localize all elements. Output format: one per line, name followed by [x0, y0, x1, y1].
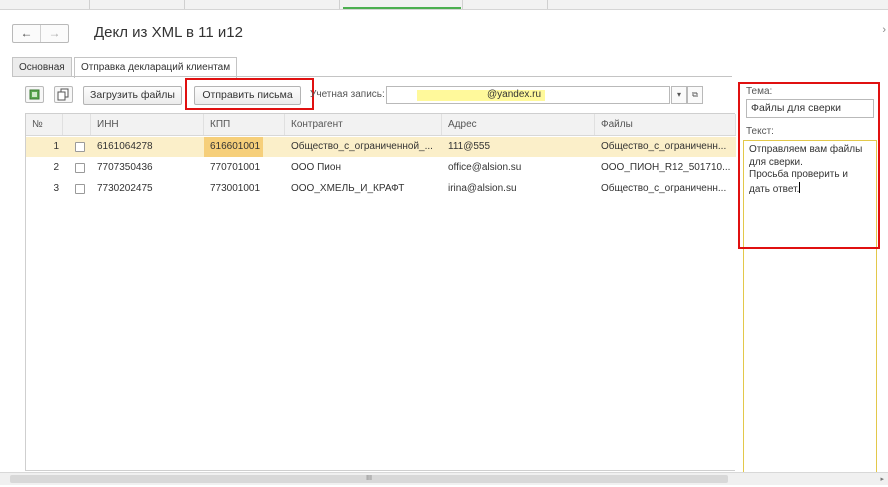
annotation-highlight-send-button: [185, 78, 314, 110]
back-arrow-icon[interactable]: ←: [13, 25, 40, 42]
cell-files[interactable]: Общество_с_ограниченн...: [595, 137, 736, 157]
column-header-check[interactable]: [63, 114, 91, 135]
account-input[interactable]: @yandex.ru: [386, 86, 670, 104]
background-tab-strip: [0, 0, 888, 10]
copy-icon[interactable]: [54, 86, 73, 103]
close-icon[interactable]: ›: [882, 24, 886, 36]
table-row[interactable]: 1 6161064278 616601001 Общество_с_ограни…: [26, 137, 736, 157]
cell-contragent[interactable]: ООО_ХМЕЛЬ_И_КРАФТ: [285, 179, 442, 199]
row-number: 3: [53, 183, 59, 194]
add-row-icon[interactable]: [25, 86, 44, 103]
cell-contragent[interactable]: ООО Пион: [285, 158, 442, 178]
cell-files[interactable]: Общество_с_ограниченн...: [595, 179, 736, 199]
scroll-right-icon[interactable]: ▸: [880, 475, 884, 483]
cell-address[interactable]: irina@alsion.su: [442, 179, 595, 199]
recipients-table: № ИНН КПП Контрагент Адрес Файлы 1 61610…: [25, 113, 736, 471]
table-header: № ИНН КПП Контрагент Адрес Файлы: [26, 114, 736, 136]
cell-kpp[interactable]: 616601001: [204, 137, 263, 157]
account-label: Учетная запись:: [310, 89, 385, 100]
column-header-files[interactable]: Файлы: [595, 114, 736, 135]
page-title: Декл из XML в 11 и12: [94, 24, 243, 41]
forward-arrow-icon[interactable]: →: [40, 25, 68, 42]
row-number: 1: [53, 141, 59, 152]
cell-files[interactable]: ООО_ПИОН_R12_501710...: [595, 158, 736, 178]
cell-address[interactable]: office@alsion.su: [442, 158, 595, 178]
chevron-down-icon[interactable]: ▾: [671, 86, 687, 104]
column-header-address[interactable]: Адрес: [442, 114, 595, 135]
column-header-inn[interactable]: ИНН: [91, 114, 204, 135]
tab-send-declarations[interactable]: Отправка деклараций клиентам: [74, 57, 238, 78]
row-checkbox[interactable]: [75, 163, 85, 173]
cell-inn[interactable]: 7730202475: [91, 179, 204, 199]
load-files-button[interactable]: Загрузить файлы: [83, 86, 182, 105]
tab-divider: [12, 76, 732, 77]
open-icon[interactable]: ⧉: [687, 86, 703, 104]
cell-inn[interactable]: 7707350436: [91, 158, 204, 178]
table-row[interactable]: 3 7730202475 773001001 ООО_ХМЕЛЬ_И_КРАФТ…: [26, 179, 736, 199]
cell-address[interactable]: 111@555: [442, 137, 595, 157]
history-nav: ← →: [12, 24, 69, 43]
cell-inn[interactable]: 6161064278: [91, 137, 204, 157]
cell-kpp[interactable]: 770701001: [204, 158, 285, 178]
account-value: @yandex.ru: [487, 89, 542, 100]
scroll-thumb[interactable]: III: [10, 475, 728, 483]
row-checkbox[interactable]: [75, 184, 85, 194]
table-row[interactable]: 2 7707350436 770701001 ООО Пион office@a…: [26, 158, 736, 178]
column-header-num[interactable]: №: [26, 114, 63, 135]
column-header-kpp[interactable]: КПП: [204, 114, 285, 135]
tab-main[interactable]: Основная: [12, 57, 72, 77]
row-number: 2: [53, 162, 59, 173]
cell-contragent[interactable]: Общество_с_ограниченной_...: [285, 137, 442, 157]
row-checkbox[interactable]: [75, 142, 85, 152]
cell-kpp[interactable]: 773001001: [204, 179, 285, 199]
annotation-highlight-email-panel: [738, 82, 880, 249]
horizontal-scrollbar[interactable]: III ▸: [0, 472, 888, 485]
column-header-contragent[interactable]: Контрагент: [285, 114, 442, 135]
